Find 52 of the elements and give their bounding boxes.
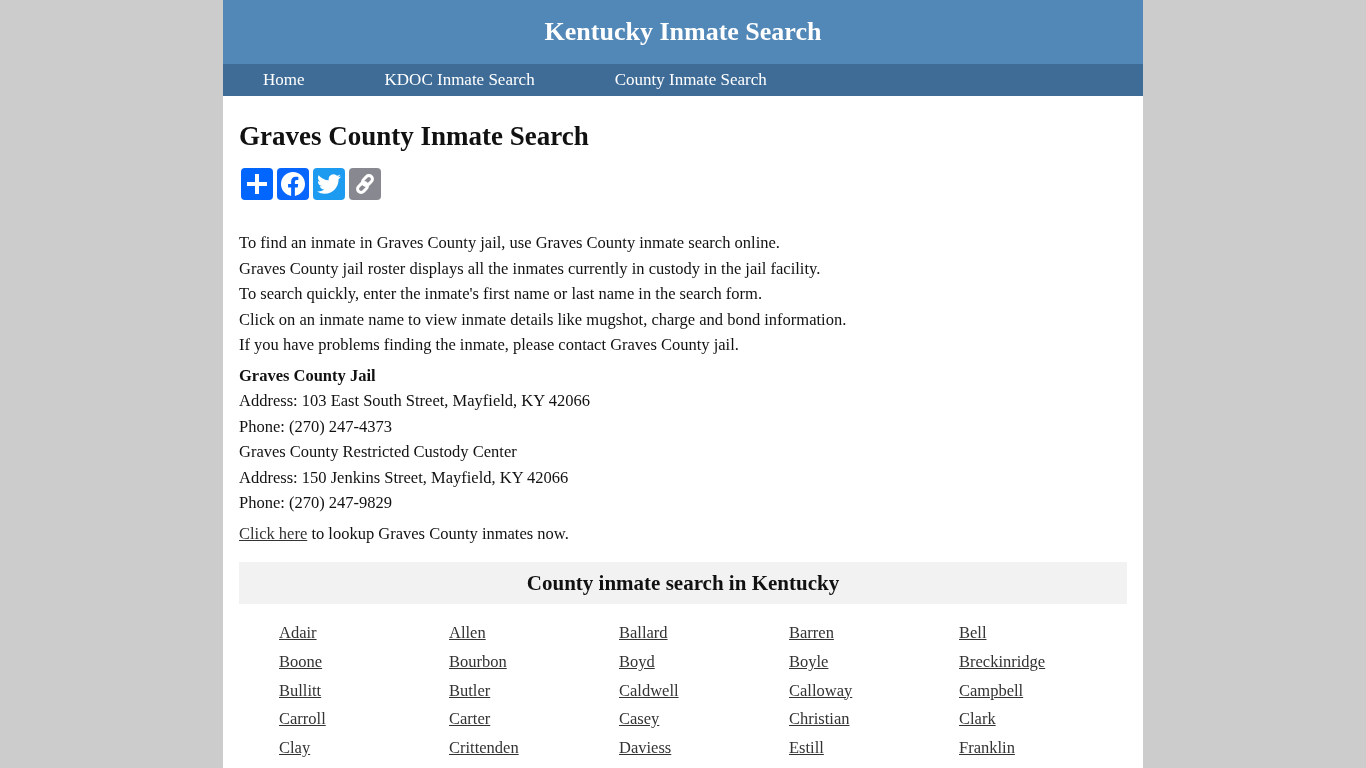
- nav-link[interactable]: County Inmate Search: [574, 64, 807, 96]
- share-button[interactable]: [241, 168, 273, 200]
- county-link[interactable]: Boyd: [619, 651, 655, 671]
- jail-info-text: Address: 150 Jenkins Street, Mayfield, KY 42066: [239, 466, 570, 489]
- county-link[interactable]: Franklin: [959, 738, 1015, 757]
- county-link[interactable]: Carroll: [279, 709, 326, 729]
- county-link[interactable]: Campbell: [959, 680, 1024, 700]
- jail-info-text: Graves County Restricted Custody Center: [239, 441, 518, 463]
- county-link[interactable]: Bell: [959, 623, 987, 642]
- county-link[interactable]: Clay: [279, 738, 311, 757]
- facebook-icon: [281, 172, 305, 196]
- county-link[interactable]: Butler: [449, 680, 491, 700]
- jail-info-text: Phone: (270) 247-9829: [239, 492, 394, 514]
- county-link[interactable]: Boyle: [789, 651, 829, 671]
- click-here-link[interactable]: Click here: [239, 523, 308, 543]
- intro-text: To search quickly, enter the inmate's first name or last name in the search form.: [239, 283, 764, 305]
- county-link[interactable]: Breckinridge: [959, 651, 1046, 671]
- county-link[interactable]: Crittenden: [449, 738, 519, 757]
- county-link[interactable]: Casey: [619, 709, 660, 729]
- bird-icon: [317, 174, 341, 194]
- county-link[interactable]: Allen: [449, 623, 486, 642]
- jail-name: Graves County Jail: [239, 364, 377, 387]
- county-link[interactable]: Calloway: [789, 680, 853, 700]
- copy-link-button[interactable]: [349, 168, 381, 200]
- county-link[interactable]: Barren: [789, 623, 834, 642]
- nav-link[interactable]: Home: [223, 64, 345, 96]
- county-link[interactable]: Bourbon: [449, 651, 507, 671]
- twitter-share-button[interactable]: [313, 168, 345, 200]
- jail-info-text: Phone: (270) 247-4373: [239, 415, 394, 438]
- county-link[interactable]: Adair: [279, 623, 317, 642]
- county-link[interactable]: Caldwell: [619, 680, 679, 700]
- county-link[interactable]: Estill: [789, 738, 824, 757]
- chain-link-icon: [354, 173, 376, 195]
- county-link[interactable]: Bullitt: [279, 680, 322, 700]
- intro-text: Graves County jail roster displays all the inmates currently in custody in the jail facility.: [239, 257, 822, 280]
- intro-text: If you have problems finding the inmate, please contact Graves County jail.: [239, 334, 740, 356]
- county-link[interactable]: Ballard: [619, 623, 668, 642]
- jail-info-text: Address: 103 East South Street, Mayfield, KY 42066: [239, 390, 591, 412]
- intro-text: Click on an inmate name to view inmate details like mugshot, charge and bond information.: [239, 308, 848, 331]
- lookup-sentence: Click here to lookup Graves County inmates now.: [239, 522, 570, 545]
- section-title: County inmate search in Kentucky: [526, 570, 840, 596]
- county-link[interactable]: Clark: [959, 709, 996, 729]
- county-link[interactable]: Boone: [279, 651, 323, 671]
- county-link[interactable]: Christian: [789, 709, 850, 729]
- facebook-share-button[interactable]: [277, 168, 309, 200]
- county-link[interactable]: Carter: [449, 709, 491, 729]
- plus-icon: [247, 174, 267, 194]
- intro-text: To find an inmate in Graves County jail, use Graves County inmate search online.: [239, 232, 781, 254]
- site-title: Kentucky Inmate Search: [544, 17, 822, 47]
- page-title: Graves County Inmate Search: [239, 121, 590, 151]
- nav-link[interactable]: KDOC Inmate Search: [344, 64, 575, 96]
- county-link[interactable]: Daviess: [619, 738, 672, 757]
